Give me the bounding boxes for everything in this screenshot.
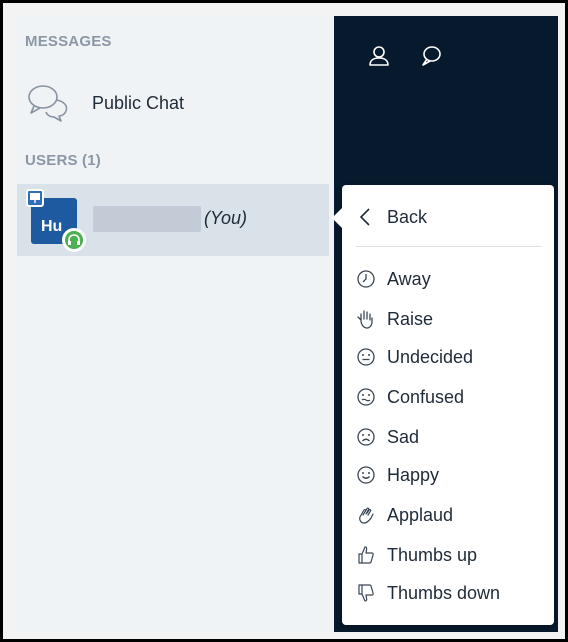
users-section-title: USERS (1)	[25, 152, 101, 169]
status-label: Away	[387, 269, 431, 289]
status-sad[interactable]: Sad	[342, 419, 554, 455]
avatar-initials: Hu	[41, 218, 63, 235]
app-frame: MESSAGES Public Chat USERS (1) Hu (You) …	[0, 0, 568, 642]
you-label: (You)	[204, 208, 248, 228]
redacted-user-name	[93, 206, 201, 232]
user-icon[interactable]	[367, 44, 391, 68]
thumbs-down-icon	[358, 584, 374, 602]
status-menu: Back Away Raise Undecided Confused Sad H…	[332, 185, 554, 625]
status-confused[interactable]: Confused	[342, 379, 554, 415]
clock-icon	[357, 270, 375, 288]
status-thumbs-up[interactable]: Thumbs up	[342, 537, 554, 573]
status-label: Confused	[387, 387, 465, 407]
thumbs-up-icon	[358, 546, 374, 564]
status-label: Thumbs up	[387, 545, 478, 565]
chat-icon[interactable]	[419, 44, 443, 68]
neutral-face-icon	[357, 348, 375, 366]
confused-face-icon	[357, 388, 375, 406]
status-undecided[interactable]: Undecided	[342, 339, 554, 375]
public-chat-label: Public Chat	[92, 93, 185, 113]
user-list-panel: MESSAGES Public Chat USERS (1) Hu (You)	[16, 16, 334, 632]
status-thumbs-down[interactable]: Thumbs down	[342, 575, 554, 611]
status-label: Undecided	[387, 347, 474, 367]
back-label: Back	[387, 207, 428, 227]
status-label: Thumbs down	[387, 583, 501, 603]
chevron-left-icon	[359, 208, 370, 226]
user-list-item[interactable]: Hu (You)	[17, 184, 329, 256]
messages-section-title: MESSAGES	[25, 33, 112, 50]
status-happy[interactable]: Happy	[342, 457, 554, 493]
status-raise[interactable]: Raise	[342, 301, 554, 337]
status-label: Sad	[387, 427, 420, 447]
raise-hand-icon	[357, 310, 373, 329]
menu-divider	[356, 246, 542, 247]
public-chat-item[interactable]: Public Chat	[26, 78, 326, 122]
status-label: Raise	[387, 309, 434, 329]
headset-icon	[62, 228, 86, 252]
status-applaud[interactable]: Applaud	[342, 497, 554, 533]
happy-face-icon	[357, 466, 375, 484]
back-button[interactable]: Back	[342, 199, 554, 235]
status-label: Happy	[387, 465, 440, 485]
chat-bubbles-icon	[28, 85, 68, 122]
sad-face-icon	[357, 428, 375, 446]
status-away[interactable]: Away	[342, 261, 554, 297]
applaud-icon	[359, 507, 374, 524]
presenter-icon	[26, 189, 44, 207]
status-label: Applaud	[387, 505, 454, 525]
